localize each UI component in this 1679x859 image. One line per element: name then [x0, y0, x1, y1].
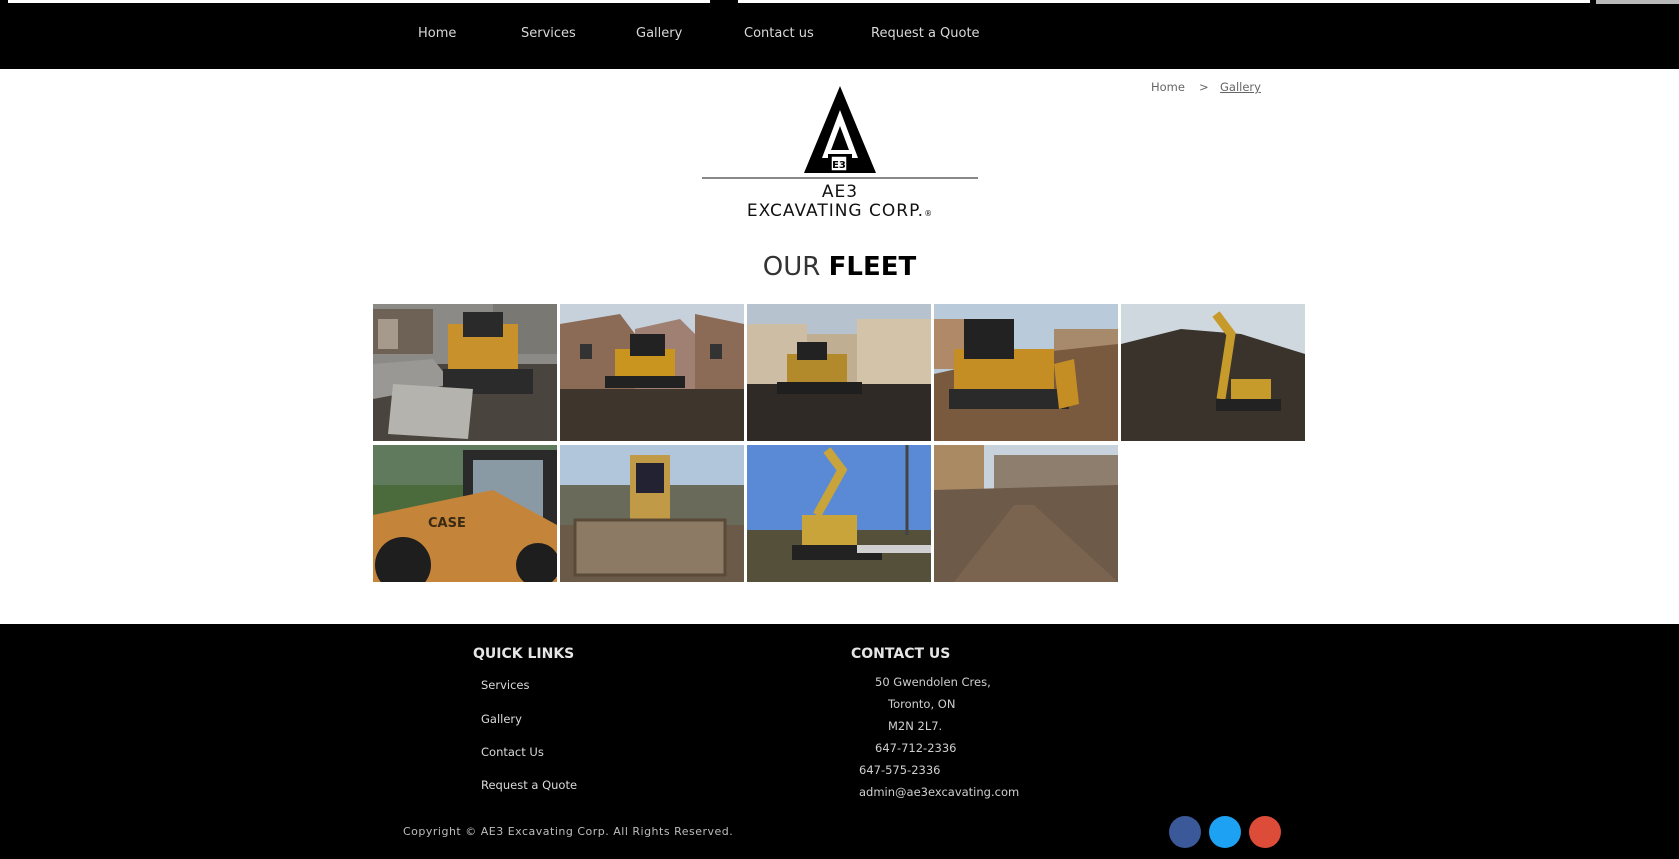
gallery-thumb-backhoe-blade[interactable] [560, 445, 744, 582]
footer-link-services[interactable]: Services [481, 678, 530, 692]
page-title: OUR FLEET [0, 252, 1679, 282]
logo-registered-mark: ® [924, 209, 934, 218]
nav-home[interactable]: Home [418, 26, 456, 41]
logo-text-ae3: AE3 [821, 182, 859, 202]
breadcrumb-home[interactable]: Home [1151, 80, 1185, 94]
gallery-thumb-graded-lot[interactable] [934, 445, 1118, 582]
company-logo[interactable]: E3 AE3 EXCAVATING CORP.® [700, 84, 980, 226]
footer-link-contact-us[interactable]: Contact Us [481, 745, 544, 759]
footer-link-gallery[interactable]: Gallery [481, 712, 522, 726]
top-strip-segment [738, 0, 1590, 3]
svg-text:E3: E3 [832, 160, 846, 171]
nav-contact-us[interactable]: Contact us [744, 26, 814, 41]
gallery-thumb-dozer-dirt[interactable] [934, 304, 1118, 441]
gallery-thumb-dozer-houses[interactable] [560, 304, 744, 441]
copyright-text: Copyright © AE3 Excavating Corp. All Rig… [403, 825, 734, 838]
nav-request-quote[interactable]: Request a Quote [871, 26, 980, 41]
browser-top-strip [0, 0, 1679, 5]
svg-text:CASE: CASE [428, 516, 466, 531]
address-line-1: 50 Gwendolen Cres, [875, 675, 991, 689]
gallery-thumb-bulldozer[interactable] [373, 304, 557, 441]
top-navigation-bar: Home Services Gallery Contact us Request… [0, 0, 1679, 69]
logo-mark-icon: E3 [702, 86, 978, 179]
google-plus-icon[interactable] [1249, 816, 1281, 848]
twitter-icon[interactable] [1209, 816, 1241, 848]
title-part-our: OUR [762, 252, 821, 282]
logo-company-name: EXCAVATING CORP. [746, 201, 925, 221]
footer-link-request-quote[interactable]: Request a Quote [481, 778, 577, 792]
gallery-thumb-excavator[interactable] [1121, 304, 1305, 441]
site-footer [0, 624, 1679, 859]
facebook-icon[interactable] [1169, 816, 1201, 848]
gallery-thumb-excavator-sky[interactable] [747, 445, 931, 582]
breadcrumb-current[interactable]: Gallery [1220, 80, 1261, 94]
nav-services[interactable]: Services [521, 26, 576, 41]
title-part-fleet: FLEET [828, 252, 917, 282]
email-address[interactable]: admin@ae3excavating.com [859, 785, 1019, 799]
quick-links-heading: QUICK LINKS [473, 646, 575, 662]
nav-gallery[interactable]: Gallery [636, 26, 682, 41]
gallery-thumb-dozer-site[interactable] [747, 304, 931, 441]
address-line-2: Toronto, ON [888, 697, 956, 711]
top-strip-segment [1596, 0, 1679, 4]
address-line-3: M2N 2L7. [888, 719, 943, 733]
breadcrumb-separator: > [1199, 80, 1209, 94]
gallery-thumb-case-backhoe[interactable]: CASE [373, 445, 557, 582]
contact-us-heading: CONTACT US [851, 646, 951, 662]
phone-2: 647-575-2336 [859, 763, 941, 777]
logo-text-company: EXCAVATING CORP.® [700, 201, 980, 221]
top-strip-segment [8, 0, 710, 3]
phone-1: 647-712-2336 [875, 741, 957, 755]
